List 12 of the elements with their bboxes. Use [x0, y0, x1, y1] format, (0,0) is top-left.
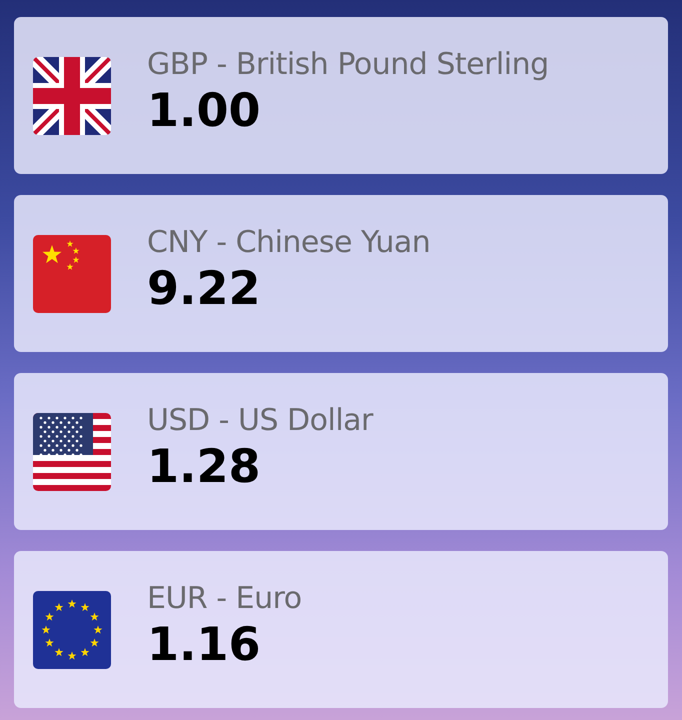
flag-icon: [33, 412, 111, 490]
currency-name: GBP - British Pound Sterling: [147, 46, 549, 82]
exchange-rate: 1.00: [147, 84, 262, 136]
currency-name: USD - US Dollar: [147, 402, 373, 438]
flag-icon: [33, 56, 111, 134]
currency-name: CNY - Chinese Yuan: [147, 224, 430, 260]
currency-name: EUR - Euro: [147, 580, 302, 616]
flag-icon: [33, 234, 111, 312]
exchange-rate: 9.22: [147, 262, 262, 314]
flag-icon: [33, 590, 111, 668]
exchange-rate: 1.28: [147, 440, 262, 492]
exchange-rate: 1.16: [147, 618, 262, 670]
